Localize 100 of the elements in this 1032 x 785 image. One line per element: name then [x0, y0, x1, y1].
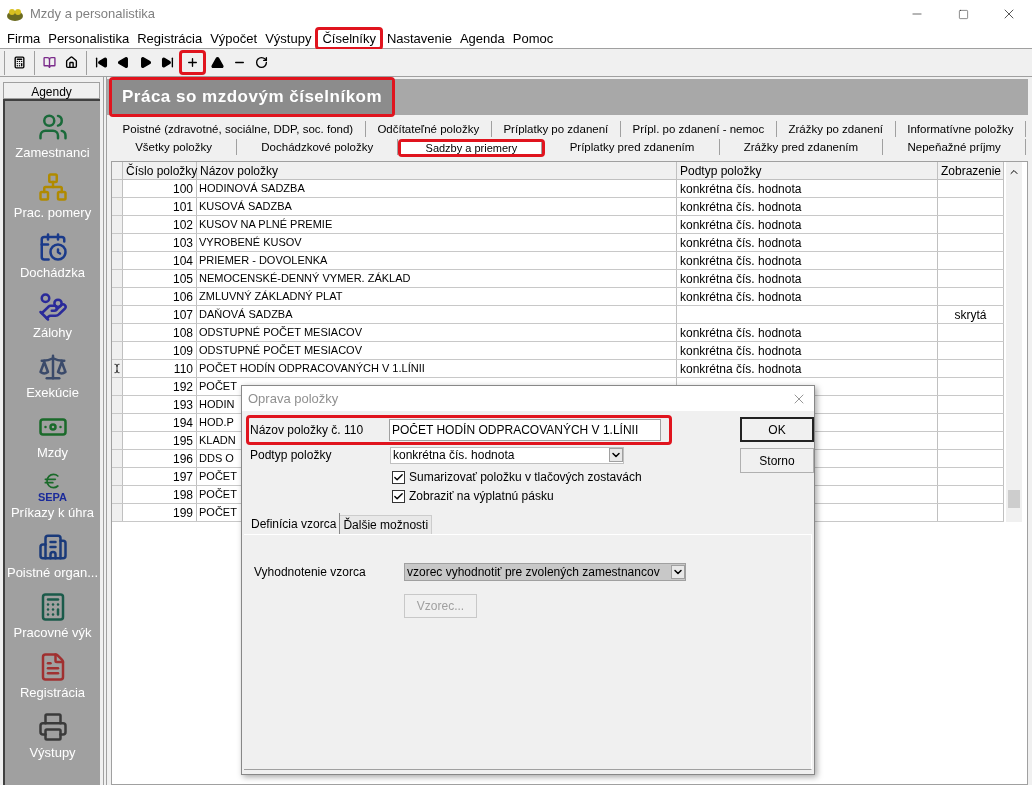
skip-forward-icon: [161, 56, 174, 69]
menu-item[interactable]: Výpočet: [206, 29, 262, 47]
tab[interactable]: Ďalšie možnosti: [340, 515, 433, 534]
table-cell-text: HODIN: [199, 397, 235, 413]
maximize-icon: [957, 8, 969, 20]
table-cell-text: 103: [172, 234, 193, 252]
table-cell-text: 107: [172, 306, 193, 324]
table-cell-text: konkrétna čís. hodnota: [680, 324, 802, 342]
users-icon: [37, 112, 68, 142]
table-cell-text: 100: [172, 180, 193, 198]
scrollbar[interactable]: [1006, 162, 1022, 522]
column-header[interactable]: Zobrazenie: [941, 161, 1002, 180]
sidebar-header[interactable]: Agendy: [3, 82, 100, 99]
dialog-button[interactable]: Storno: [740, 448, 814, 473]
building-icon: [37, 532, 68, 562]
field-label: Podtyp položky: [250, 447, 333, 464]
row-header[interactable]: [112, 360, 123, 377]
table-cell-text: POČET: [199, 379, 237, 395]
table-cell-text: 198: [172, 486, 193, 504]
table-cell-text: KUSOV NA PLNÉ PREMIE: [199, 217, 333, 233]
menu-item[interactable]: Číselníky: [318, 29, 380, 47]
table-cell-text: 109: [172, 342, 193, 360]
table-cell-text: POČET: [199, 487, 237, 503]
table-cell-text: POČET HODÍN ODPRACOVANÝCH V 1.LÍNII: [199, 361, 425, 377]
table-cell-text: konkrétna čís. hodnota: [680, 180, 802, 198]
tab[interactable]: Sadzby a priemery: [401, 142, 543, 154]
table-cell-text: DDS O: [199, 451, 234, 467]
table-cell-text: 197: [172, 468, 193, 486]
page-title: Práca so mzdovým číselníkom: [112, 80, 393, 114]
column-header[interactable]: Číslo položky: [126, 161, 198, 180]
hand-coins-icon: [37, 292, 68, 322]
calculator-icon: [13, 56, 26, 69]
menu-item[interactable]: Výstupy: [261, 29, 316, 47]
formula-button: Vzorec...: [404, 594, 477, 618]
field-label: Vyhodnotenie vzorca: [254, 564, 367, 581]
table-cell-text: ZMLUVNÝ ZÁKLADNÝ PLAT: [199, 289, 343, 305]
table-cell-text: ODSTUPNÉ POČET MESIACOV: [199, 343, 362, 359]
menu-item[interactable]: Firma: [3, 29, 45, 47]
home-icon: [65, 56, 78, 69]
table-cell-text: konkrétna čís. hodnota: [680, 234, 802, 252]
table-cell-text: 110: [173, 360, 193, 378]
table-cell-text: KUSOVÁ SADZBA: [199, 199, 292, 215]
table-cell-text: konkrétna čís. hodnota: [680, 342, 802, 360]
menu-item[interactable]: Nastavenie: [382, 29, 456, 47]
dropdown[interactable]: konkrétna čís. hodnota: [390, 446, 624, 464]
sepa-logo: SEPA: [37, 491, 68, 503]
table-cell-text: KLADN: [199, 433, 236, 449]
column-header[interactable]: Názov položky: [200, 161, 279, 180]
scale-icon: [37, 352, 68, 382]
table-cell-text: konkrétna čís. hodnota: [680, 270, 802, 288]
scroll-thumb[interactable]: [1008, 490, 1020, 508]
table-cell-text: 194: [172, 414, 193, 432]
triangle-left-icon: [117, 56, 130, 69]
table-cell-text: VYROBENÉ KUSOV: [199, 235, 302, 251]
table-cell-text: POČET: [199, 505, 237, 521]
table-cell-text: POČET: [199, 469, 237, 485]
dropdown[interactable]: vzorec vyhodnotiť pre zvolených zamestnancov: [404, 563, 686, 581]
table-cell-text: 193: [172, 396, 193, 414]
table-cell-text: 106: [172, 288, 193, 306]
table-cell-text: HODINOVÁ SADZBA: [199, 181, 305, 197]
triangle-right-icon: [139, 56, 152, 69]
column-header[interactable]: Podtyp položky: [680, 161, 762, 180]
checkbox[interactable]: [392, 470, 405, 484]
table-cell-text: 195: [172, 432, 193, 450]
triangle-up-icon: [211, 56, 224, 69]
menu-item[interactable]: Registrácia: [133, 29, 207, 47]
dialog-button[interactable]: OK: [740, 417, 814, 442]
table-cell-text: 108: [172, 324, 193, 342]
field-label: Názov položky č. 110: [249, 422, 365, 439]
input-field[interactable]: POČET HODÍN ODPRACOVANÝCH V 1.LÍNII: [389, 419, 661, 441]
printer-icon: [37, 712, 68, 742]
network-icon: [37, 172, 68, 202]
window-title: Mzdy a personalistika: [30, 5, 155, 24]
text-cursor-icon: [112, 363, 122, 374]
table-cell-text: konkrétna čís. hodnota: [680, 216, 802, 234]
table-cell-text: konkrétna čís. hodnota: [680, 288, 802, 306]
table-cell-text: 199: [172, 504, 193, 522]
calendar-clock-icon: [37, 232, 68, 262]
table-cell-text: 101: [172, 198, 193, 216]
table-cell-text: 192: [172, 378, 193, 396]
checkbox-label: Zobraziť na výplatnú pásku: [409, 488, 554, 505]
table-cell-text: PRIEMER - DOVOLENKA: [199, 253, 328, 269]
table-cell-text: 105: [172, 270, 193, 288]
sidebar-item[interactable]: SEPA Príkazy k úhra: [5, 469, 100, 529]
menu-item[interactable]: Personalistika: [44, 29, 134, 47]
table-cell-text: konkrétna čís. hodnota: [680, 252, 802, 270]
menu-item[interactable]: Pomoc: [508, 29, 558, 47]
table-cell-text: konkrétna čís. hodnota: [680, 198, 802, 216]
app-icon: [6, 6, 24, 22]
dialog-title: Oprava položky: [248, 389, 339, 408]
table-cell-text: ODSTUPNÉ POČET MESIACOV: [199, 325, 362, 341]
table-cell-text: 196: [172, 450, 193, 468]
table-cell-text: NEMOCENSKÉ-DENNÝ VYMER. ZÁKLAD: [199, 271, 411, 287]
table-cell-text: 104: [172, 252, 193, 270]
refresh-icon: [255, 56, 268, 69]
tab[interactable]: Definícia vzorca: [248, 513, 341, 534]
menu-item[interactable]: Agenda: [455, 29, 509, 47]
checkbox[interactable]: [392, 489, 405, 503]
table-cell-text: DAŇOVÁ SADZBA: [199, 307, 293, 323]
skip-back-icon: [95, 56, 108, 69]
